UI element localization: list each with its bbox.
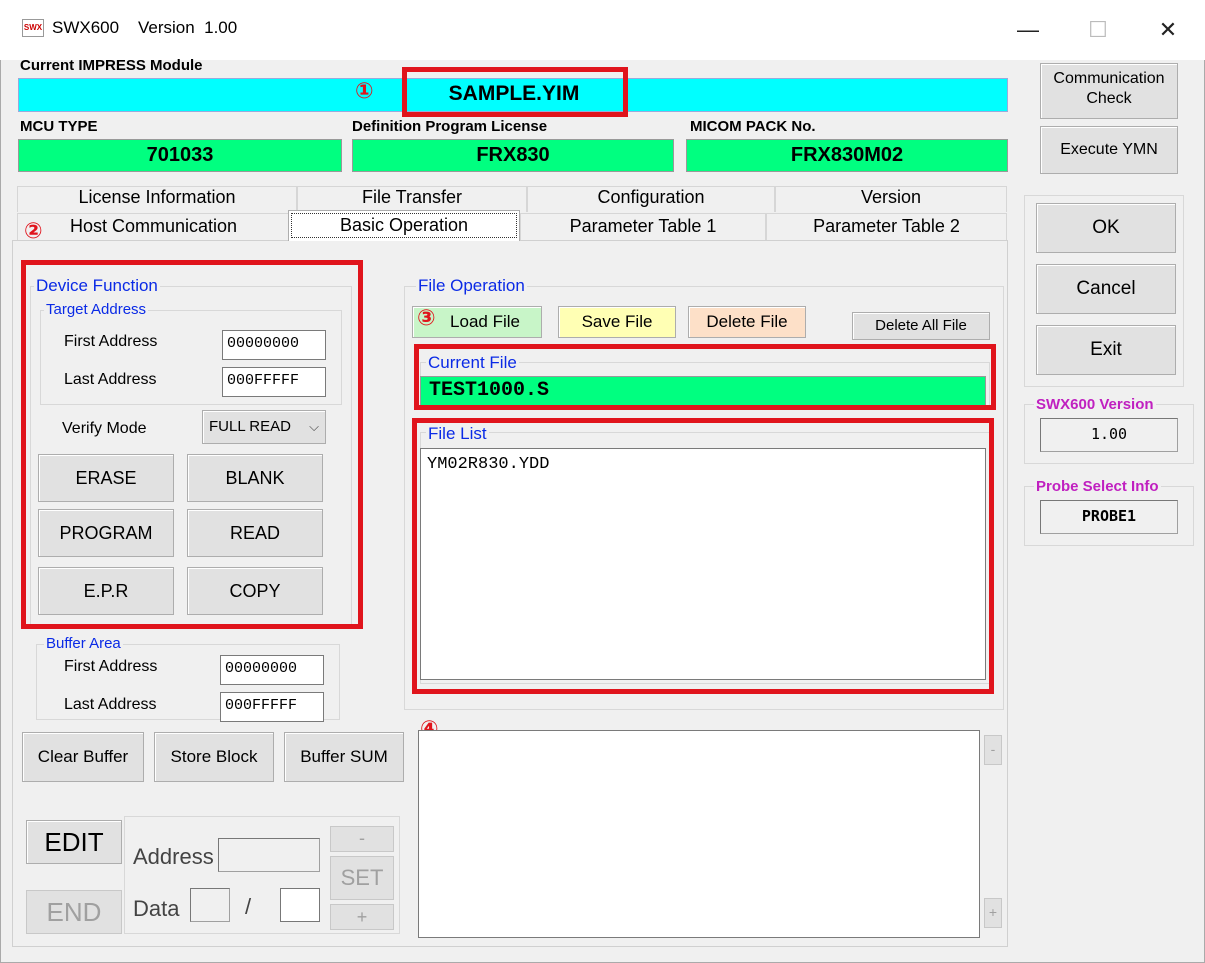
- data-separator: /: [245, 894, 252, 919]
- window-title: SWX600 Version 1.00: [52, 18, 238, 37]
- marker-1: ①: [355, 78, 374, 103]
- exit-button[interactable]: Exit: [1036, 325, 1176, 375]
- micom-label: MICOM PACK No.: [690, 118, 816, 135]
- tab-file-transfer[interactable]: File Transfer: [297, 186, 527, 212]
- highlight-3a: [414, 344, 996, 410]
- store-block-button[interactable]: Store Block: [154, 732, 274, 782]
- tab-parameter-table-2[interactable]: Parameter Table 2: [766, 213, 1007, 241]
- log-scroll-down-button[interactable]: +: [984, 898, 1002, 928]
- tab-host-communication[interactable]: Host Communication: [17, 213, 290, 241]
- edit-plus-button[interactable]: +: [330, 904, 394, 930]
- clear-buffer-button[interactable]: Clear Buffer: [22, 732, 144, 782]
- app-icon: SWX: [22, 19, 44, 37]
- set-button[interactable]: SET: [330, 856, 394, 900]
- tab-parameter-table-1[interactable]: Parameter Table 1: [520, 213, 766, 241]
- marker-3: ③: [417, 305, 436, 330]
- mcu-type-label: MCU TYPE: [20, 118, 98, 135]
- version-value: 1.00: [1040, 418, 1178, 452]
- cancel-button[interactable]: Cancel: [1036, 264, 1176, 314]
- probe-value: PROBE1: [1040, 500, 1178, 534]
- probe-title: Probe Select Info: [1034, 478, 1161, 495]
- log-output[interactable]: [418, 730, 980, 938]
- tab-basic-operation[interactable]: Basic Operation: [288, 210, 520, 241]
- address-label: Address: [133, 844, 214, 869]
- close-button[interactable]: ✕: [1143, 10, 1193, 50]
- ok-button[interactable]: OK: [1036, 203, 1176, 253]
- edit-address-input[interactable]: [218, 838, 320, 872]
- buffer-sum-button[interactable]: Buffer SUM: [284, 732, 404, 782]
- module-label: Current IMPRESS Module: [20, 57, 203, 74]
- tab-version[interactable]: Version: [775, 186, 1007, 212]
- buffer-last-address-input[interactable]: 000FFFFF: [220, 692, 324, 722]
- buffer-first-address-label: First Address: [64, 658, 158, 675]
- tab-license-information[interactable]: License Information: [17, 186, 297, 212]
- edit-button[interactable]: EDIT: [26, 820, 122, 864]
- marker-2: ②: [24, 218, 43, 243]
- log-scroll-up-button[interactable]: -: [984, 735, 1002, 765]
- execute-ymn-button[interactable]: Execute YMN: [1040, 126, 1178, 174]
- edit-minus-button[interactable]: -: [330, 826, 394, 852]
- minimize-button[interactable]: —: [1003, 10, 1053, 50]
- edit-data-input[interactable]: [190, 888, 230, 922]
- data-label: Data: [133, 896, 180, 921]
- license-value: FRX830: [352, 139, 674, 172]
- delete-file-button[interactable]: Delete File: [688, 306, 806, 338]
- save-file-button[interactable]: Save File: [558, 306, 676, 338]
- micom-value: FRX830M02: [686, 139, 1008, 172]
- mcu-type-value: 701033: [18, 139, 342, 172]
- file-operation-title: File Operation: [416, 276, 527, 296]
- highlight-3b: [412, 418, 994, 694]
- delete-all-file-button[interactable]: Delete All File: [852, 312, 990, 340]
- tab-configuration[interactable]: Configuration: [527, 186, 775, 212]
- highlight-1: [402, 67, 628, 117]
- highlight-2: [21, 260, 363, 629]
- buffer-first-address-input[interactable]: 00000000: [220, 655, 324, 685]
- version-title: SWX600 Version: [1034, 396, 1156, 413]
- license-label: Definition Program License: [352, 118, 548, 135]
- communication-check-button[interactable]: Communication Check: [1040, 63, 1178, 119]
- end-button[interactable]: END: [26, 890, 122, 934]
- maximize-button[interactable]: ☐: [1073, 10, 1123, 50]
- edit-data-input-2[interactable]: [280, 888, 320, 922]
- buffer-area-title: Buffer Area: [44, 635, 123, 652]
- buffer-last-address-label: Last Address: [64, 696, 157, 713]
